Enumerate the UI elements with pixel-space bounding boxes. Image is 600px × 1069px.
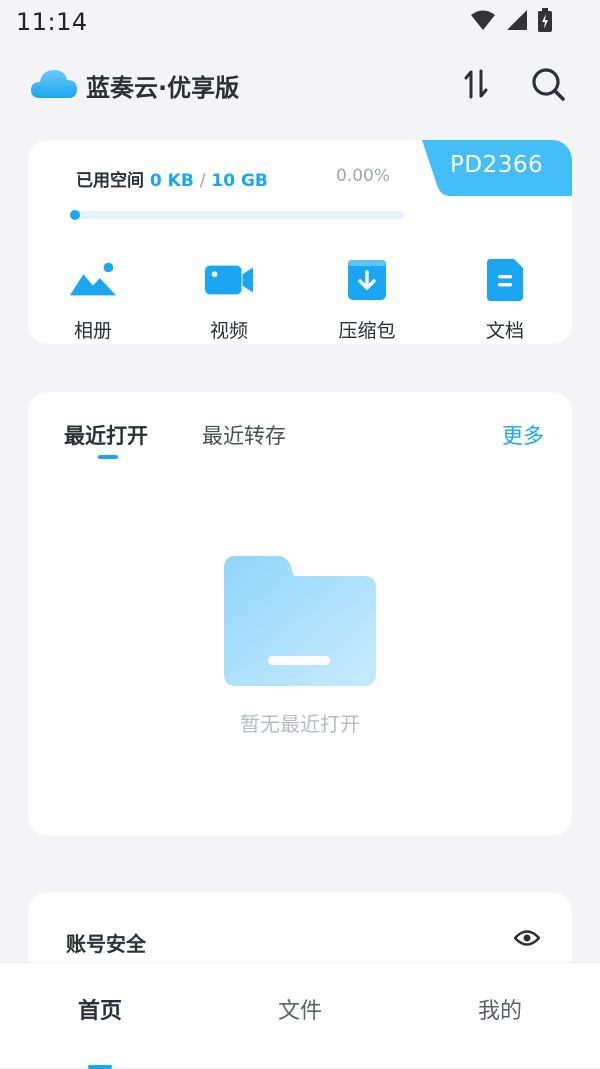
wifi-icon	[471, 10, 495, 30]
status-icons	[470, 8, 552, 32]
more-link[interactable]: 更多	[502, 420, 544, 450]
status-time: 11:14	[16, 8, 88, 36]
status-bar: 11:14	[0, 0, 600, 48]
app-title: 蓝奏云·优享版	[86, 74, 240, 102]
tab-recent-opened[interactable]: 最近打开	[64, 420, 148, 450]
category-label: 压缩包	[338, 320, 396, 342]
document-icon	[480, 258, 530, 302]
cloud-logo-icon	[31, 70, 77, 98]
transfer-button[interactable]	[456, 64, 496, 104]
nav-mine-label: 我的	[477, 999, 522, 1024]
category-documents[interactable]: 文档	[440, 258, 560, 344]
tab-recent-saved[interactable]: 最近转存	[202, 420, 286, 450]
nav-files[interactable]: 文件	[230, 993, 370, 1025]
search-icon	[532, 68, 565, 101]
recent-card: 最近打开 最近转存 更多 暂无最近打开	[28, 392, 572, 836]
storage-percent: 0.00%	[336, 166, 391, 186]
search-button[interactable]	[528, 64, 568, 104]
nav-mine[interactable]: 我的	[430, 993, 570, 1025]
nav-home[interactable]: 首页	[30, 993, 170, 1069]
tab-indicator	[98, 455, 118, 459]
video-icon	[204, 258, 254, 302]
empty-folder-icon	[224, 556, 376, 686]
storage-usage: 已用空间 0 KB / 10 GB	[76, 166, 268, 191]
storage-used: 0 KB	[149, 171, 194, 191]
bottom-navigation: 首页 文件 我的	[0, 962, 600, 1069]
category-label: 视频	[209, 320, 248, 342]
plan-badge-text: PD2366	[450, 152, 544, 178]
category-label: 文档	[485, 320, 524, 342]
eye-icon[interactable]	[514, 928, 540, 948]
category-archives[interactable]: 压缩包	[302, 258, 422, 344]
plan-badge[interactable]: PD2366	[422, 140, 572, 196]
battery-icon	[538, 8, 552, 32]
category-videos[interactable]: 视频	[164, 258, 284, 344]
storage-separator: /	[199, 171, 206, 191]
storage-total: 10 GB	[211, 171, 268, 191]
archive-icon	[342, 258, 392, 302]
transfer-icon	[464, 69, 488, 99]
storage-card: 已用空间 0 KB / 10 GB 0.00% PD2366 相册 视频 压缩包…	[28, 140, 572, 344]
category-label: 相册	[73, 320, 112, 342]
nav-home-label: 首页	[77, 999, 122, 1024]
storage-progress-bar	[70, 210, 404, 220]
nav-files-label: 文件	[277, 999, 322, 1024]
empty-state-text: 暂无最近打开	[240, 712, 360, 736]
storage-label: 已用空间	[76, 171, 144, 191]
security-title: 账号安全	[66, 932, 146, 956]
photo-icon	[68, 258, 118, 302]
storage-progress-dot	[70, 210, 80, 220]
signal-icon	[507, 10, 527, 30]
category-photos[interactable]: 相册	[28, 258, 148, 344]
app-bar: 蓝奏云·优享版	[0, 56, 600, 116]
